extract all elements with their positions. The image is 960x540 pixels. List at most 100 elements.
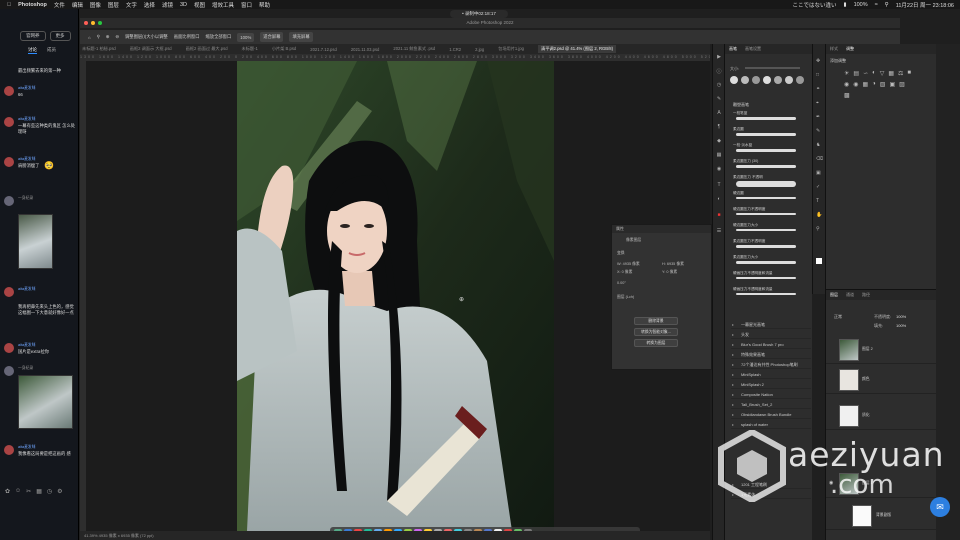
eraser-tool-icon[interactable]: ⌫ <box>816 156 823 162</box>
chat-username[interactable]: 一身纪录 <box>18 196 33 201</box>
chat-username[interactable]: 一身纪录 <box>18 366 33 371</box>
document-tab[interactable]: 2.jpg <box>475 47 484 52</box>
menu-item-layer[interactable]: 图层 <box>108 1 119 9</box>
brush-group-title[interactable]: 雕塑画笔 <box>733 102 749 108</box>
zoom-all-windows-checkbox[interactable]: 画面比例窗口 <box>174 34 200 40</box>
properties-width[interactable]: W: 4935 像素 <box>617 262 640 267</box>
gradient-map-icon[interactable]: ▨ <box>899 81 905 88</box>
document-tab[interactable]: 小片架 B.psd <box>272 46 296 52</box>
info-icon[interactable]: ⓘ <box>716 69 722 75</box>
history-icon[interactable]: ◷ <box>47 488 52 495</box>
brightness-contrast-icon[interactable]: ☀ <box>844 70 849 77</box>
channel-mixer-icon[interactable]: ◉ <box>853 81 858 88</box>
avatar[interactable] <box>4 117 14 127</box>
brush-folder[interactable]: Composite Nation <box>731 390 811 399</box>
gift-icon[interactable]: ✿ <box>5 488 10 495</box>
convert-to-layer-button[interactable]: 转换为图层 <box>634 339 678 347</box>
marquee-tool-icon[interactable]: □ <box>816 72 819 78</box>
zoom-tool-icon[interactable]: ⚲ <box>816 226 820 232</box>
character-icon[interactable]: A <box>716 110 722 116</box>
apple-icon[interactable]:  <box>7 2 11 8</box>
brush-preset[interactable] <box>741 76 749 84</box>
convert-smart-object-button[interactable]: 转换为智能对象... <box>634 328 678 336</box>
gradient-tool-icon[interactable]: ▣ <box>816 170 821 176</box>
avatar[interactable] <box>4 366 14 376</box>
recording-indicator[interactable]: • 录制中02:18:17 <box>450 10 508 18</box>
foreground-color-swatch[interactable] <box>816 258 822 264</box>
color-balance-icon[interactable]: ⚖ <box>898 70 903 77</box>
threshold-icon[interactable]: ▣ <box>889 81 895 88</box>
vibrance-icon[interactable]: ▽ <box>880 70 885 77</box>
chat-tab-discussion[interactable]: 讨论 <box>28 47 37 54</box>
chat-username[interactable]: aita麦发咪 <box>18 287 36 292</box>
patterns-icon[interactable]: ■ <box>716 212 722 218</box>
levels-icon[interactable]: ▤ <box>853 70 859 77</box>
properties-y[interactable]: Y: 0 像素 <box>662 270 677 275</box>
invert-icon[interactable]: ◑ <box>872 81 876 88</box>
clock[interactable]: 11月22日 周一 23:18:06 <box>896 1 954 9</box>
brush-item[interactable]: 硬画压力不透明度和流量 <box>730 286 810 301</box>
gradient-icon[interactable]: ◐ <box>716 196 722 202</box>
document-tab-active[interactable]: 清平调2.psd @ 41.4% (图层 2, RGB/8) <box>538 45 616 53</box>
brush-folder[interactable]: splash of water <box>731 420 811 429</box>
layer-row[interactable]: 图层 2 <box>826 336 937 364</box>
menu-item-image[interactable]: 图像 <box>90 1 101 9</box>
brush-folder[interactable]: 72个潘达有共性 Photoshop笔刷 <box>731 360 811 369</box>
brush-preset[interactable] <box>774 76 782 84</box>
brush-item[interactable]: 硬边圆 <box>730 190 810 205</box>
brush-item[interactable]: 柔边圆压力大小 <box>730 254 810 269</box>
blend-mode-select[interactable]: 正常 <box>834 314 842 320</box>
menu-item-3d[interactable]: 3D <box>180 2 187 8</box>
brush-preset[interactable] <box>796 76 804 84</box>
menu-item-type[interactable]: 文字 <box>126 1 137 9</box>
scissors-icon[interactable]: ✂ <box>26 488 31 495</box>
brush-item[interactable]: 一枝·淡水蓝 <box>730 142 810 157</box>
color-icon[interactable]: ◉ <box>716 166 722 172</box>
document-tab[interactable]: 未标题-1 柏秘.psd <box>82 46 116 52</box>
avatar[interactable] <box>4 196 14 206</box>
document-tab[interactable]: 未标题-1 <box>242 46 258 52</box>
libraries-icon[interactable]: ☰ <box>716 228 722 234</box>
brush-folder[interactable]: 特殊效果画笔 <box>731 350 811 359</box>
brush-item[interactable]: 一枝笔蓝 <box>730 110 810 125</box>
menubar-app-name[interactable]: Photoshop <box>18 2 47 8</box>
tab-layers[interactable]: 图层 <box>830 292 838 298</box>
paragraph-icon[interactable]: ¶ <box>716 124 722 130</box>
brush-folder[interactable]: MiniSplash 2 <box>731 380 811 389</box>
brush-item[interactable]: 硬边圆压力大小 <box>730 222 810 237</box>
zoom-in-icon[interactable]: ⊕ <box>106 34 110 40</box>
menu-item-plugins[interactable]: 增效工具 <box>212 1 234 9</box>
black-white-icon[interactable]: ■ <box>907 70 911 77</box>
menu-item-select[interactable]: 选择 <box>144 1 155 9</box>
fit-screen-button[interactable]: 适合屏幕 <box>260 32 284 42</box>
document-tab[interactable]: 1.CR2 <box>449 47 461 52</box>
menu-item-window[interactable]: 窗口 <box>241 1 252 9</box>
properties-height[interactable]: H: 6935 像素 <box>662 262 684 267</box>
brush-folder[interactable]: 头发 <box>731 330 811 339</box>
close-window-button[interactable] <box>84 21 88 25</box>
chat-bubble-button[interactable]: ✉ <box>930 497 950 517</box>
document-tab[interactable]: 2021.11.03.psd <box>351 47 380 52</box>
zoom-tool-icon[interactable]: ⚲ <box>97 34 100 40</box>
move-tool-icon[interactable]: ✥ <box>816 58 820 64</box>
document-photo[interactable] <box>237 61 554 531</box>
zoom-100-button[interactable]: 100% <box>237 32 255 42</box>
posterize-icon[interactable]: ▧ <box>880 81 886 88</box>
history-icon[interactable]: ◷ <box>716 82 722 88</box>
properties-x[interactable]: X: 0 像素 <box>617 270 632 275</box>
avatar[interactable] <box>4 343 14 353</box>
brush-preset[interactable] <box>730 76 738 84</box>
now-playing-status[interactable]: ここではない違い <box>793 1 837 9</box>
chat-username[interactable]: aita麦发咪 <box>18 157 36 162</box>
emoji-icon[interactable]: ☺ <box>15 488 21 495</box>
chat-username[interactable]: aita麦发咪 <box>18 343 36 348</box>
curves-icon[interactable]: ∽ <box>863 70 868 77</box>
pen-tool-icon[interactable]: ✓ <box>816 184 820 190</box>
brush-item[interactable]: 柔边圆压力 (30) <box>730 158 810 173</box>
type-tool-icon[interactable]: T <box>716 182 722 188</box>
layer-row[interactable]: 质化 <box>826 402 937 430</box>
menu-item-help[interactable]: 帮助 <box>259 1 270 9</box>
lasso-tool-icon[interactable]: ⚭ <box>816 86 820 92</box>
document-tab[interactable]: 画框2 调面示 大框.psd <box>130 46 172 52</box>
chat-username[interactable]: aita麦发咪 <box>18 117 36 122</box>
